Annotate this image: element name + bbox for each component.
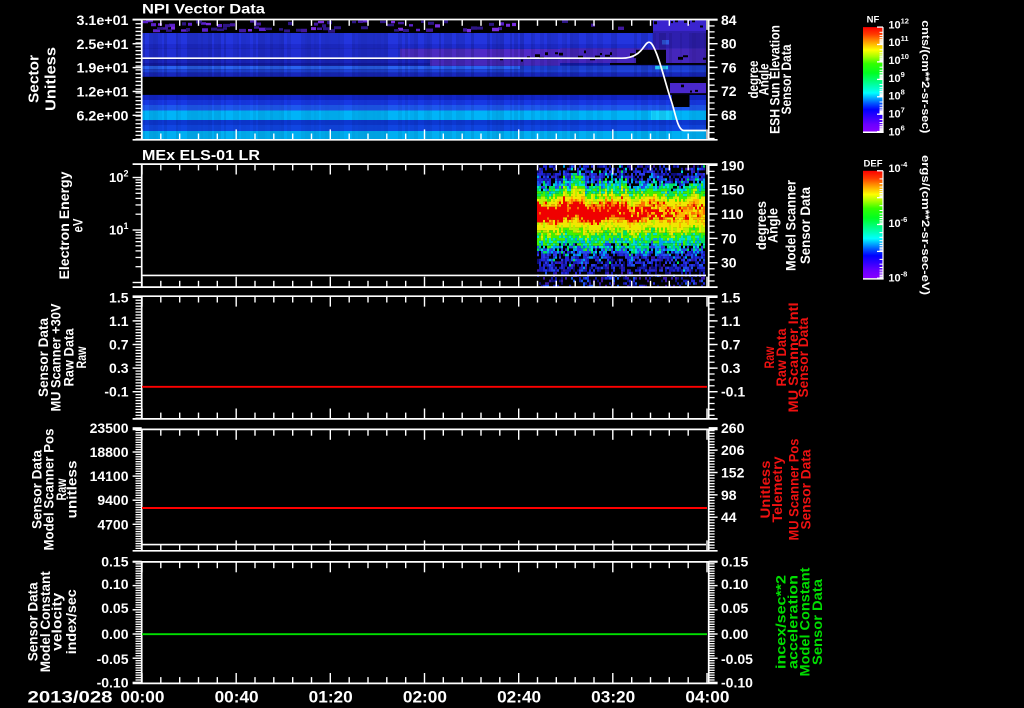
- svg-text:MU Scanner Pos: MU Scanner Pos: [787, 439, 802, 541]
- svg-text:Raw: Raw: [74, 346, 89, 368]
- svg-text:0.05: 0.05: [101, 600, 128, 616]
- svg-text:1.1: 1.1: [109, 313, 129, 329]
- svg-text:70: 70: [721, 230, 737, 246]
- svg-text:01:20: 01:20: [309, 688, 353, 707]
- svg-text:1.2e+01: 1.2e+01: [77, 84, 129, 100]
- svg-text:23500: 23500: [90, 420, 129, 436]
- svg-text:03:20: 03:20: [591, 688, 635, 707]
- svg-text:cnts/(cm**2-sr-sec): cnts/(cm**2-sr-sec): [919, 20, 931, 133]
- svg-text:260: 260: [721, 420, 745, 436]
- svg-text:incex/sec**2: incex/sec**2: [773, 575, 788, 669]
- svg-text:Unitless: Unitless: [44, 47, 60, 111]
- svg-text:4700: 4700: [97, 516, 128, 532]
- svg-text:0.05: 0.05: [721, 600, 748, 616]
- svg-text:0.15: 0.15: [101, 553, 128, 569]
- svg-text:0.7: 0.7: [109, 337, 129, 353]
- svg-text:NPI Vector Data: NPI Vector Data: [142, 1, 265, 17]
- svg-text:1.5: 1.5: [109, 289, 129, 305]
- svg-text:Sector: Sector: [27, 55, 43, 103]
- svg-text:-0.1: -0.1: [721, 384, 745, 400]
- svg-text:0.10: 0.10: [101, 576, 128, 592]
- svg-text:-0.05: -0.05: [721, 651, 753, 667]
- svg-text:Sensor Data: Sensor Data: [798, 187, 813, 264]
- svg-text:00:40: 00:40: [215, 688, 259, 707]
- svg-text:44: 44: [721, 509, 737, 525]
- svg-text:150: 150: [721, 182, 745, 198]
- svg-text:152: 152: [721, 465, 745, 481]
- svg-text:02:00: 02:00: [403, 688, 447, 707]
- svg-text:unitless: unitless: [65, 461, 80, 519]
- svg-text:02:40: 02:40: [497, 688, 541, 707]
- svg-text:ergs/(cm**2-sr-sec-eV): ergs/(cm**2-sr-sec-eV): [919, 155, 931, 295]
- svg-text:0.15: 0.15: [721, 553, 748, 569]
- svg-text:0.00: 0.00: [101, 626, 128, 642]
- svg-text:index/sec: index/sec: [64, 589, 79, 655]
- svg-text:206: 206: [721, 442, 745, 458]
- svg-text:04:00: 04:00: [685, 688, 729, 707]
- svg-text:0.10: 0.10: [721, 576, 748, 592]
- svg-text:68: 68: [721, 107, 737, 123]
- svg-text:Unitless: Unitless: [758, 461, 773, 519]
- svg-text:NF: NF: [867, 15, 880, 26]
- svg-text:0.3: 0.3: [721, 360, 741, 376]
- svg-text:-0.05: -0.05: [97, 651, 129, 667]
- svg-text:18800: 18800: [90, 444, 129, 460]
- svg-text:DEF: DEF: [864, 158, 883, 169]
- svg-text:98: 98: [721, 487, 737, 503]
- svg-text:72: 72: [721, 83, 737, 99]
- svg-text:110: 110: [721, 206, 744, 222]
- svg-text:2.5e+01: 2.5e+01: [77, 36, 129, 52]
- svg-text:14100: 14100: [90, 468, 129, 484]
- svg-text:190: 190: [721, 157, 745, 173]
- svg-text:1.5: 1.5: [721, 289, 741, 305]
- svg-text:76: 76: [721, 59, 737, 75]
- svg-text:eV: eV: [71, 219, 86, 233]
- svg-text:Model Scanner: Model Scanner: [784, 179, 799, 271]
- svg-text:80: 80: [721, 36, 737, 52]
- svg-text:degree: degree: [746, 60, 761, 98]
- svg-text:velocity: velocity: [50, 592, 65, 651]
- svg-text:0.3: 0.3: [109, 360, 129, 376]
- svg-text:MEx ELS-01 LR: MEx ELS-01 LR: [142, 147, 260, 164]
- svg-text:30: 30: [721, 255, 737, 271]
- svg-text:6.2e+00: 6.2e+00: [77, 107, 129, 123]
- svg-text:84: 84: [721, 12, 737, 28]
- svg-text:3.1e+01: 3.1e+01: [77, 12, 129, 28]
- svg-text:00:00: 00:00: [120, 688, 164, 707]
- svg-text:degrees: degrees: [754, 201, 769, 250]
- svg-text:2013/028: 2013/028: [28, 688, 113, 707]
- svg-text:-0.1: -0.1: [104, 384, 128, 400]
- svg-text:1.9e+01: 1.9e+01: [77, 60, 129, 76]
- svg-text:Raw: Raw: [762, 346, 777, 368]
- svg-text:0.7: 0.7: [721, 337, 741, 353]
- svg-text:1.1: 1.1: [721, 313, 741, 329]
- svg-text:0.00: 0.00: [721, 626, 748, 642]
- svg-text:9400: 9400: [97, 492, 128, 508]
